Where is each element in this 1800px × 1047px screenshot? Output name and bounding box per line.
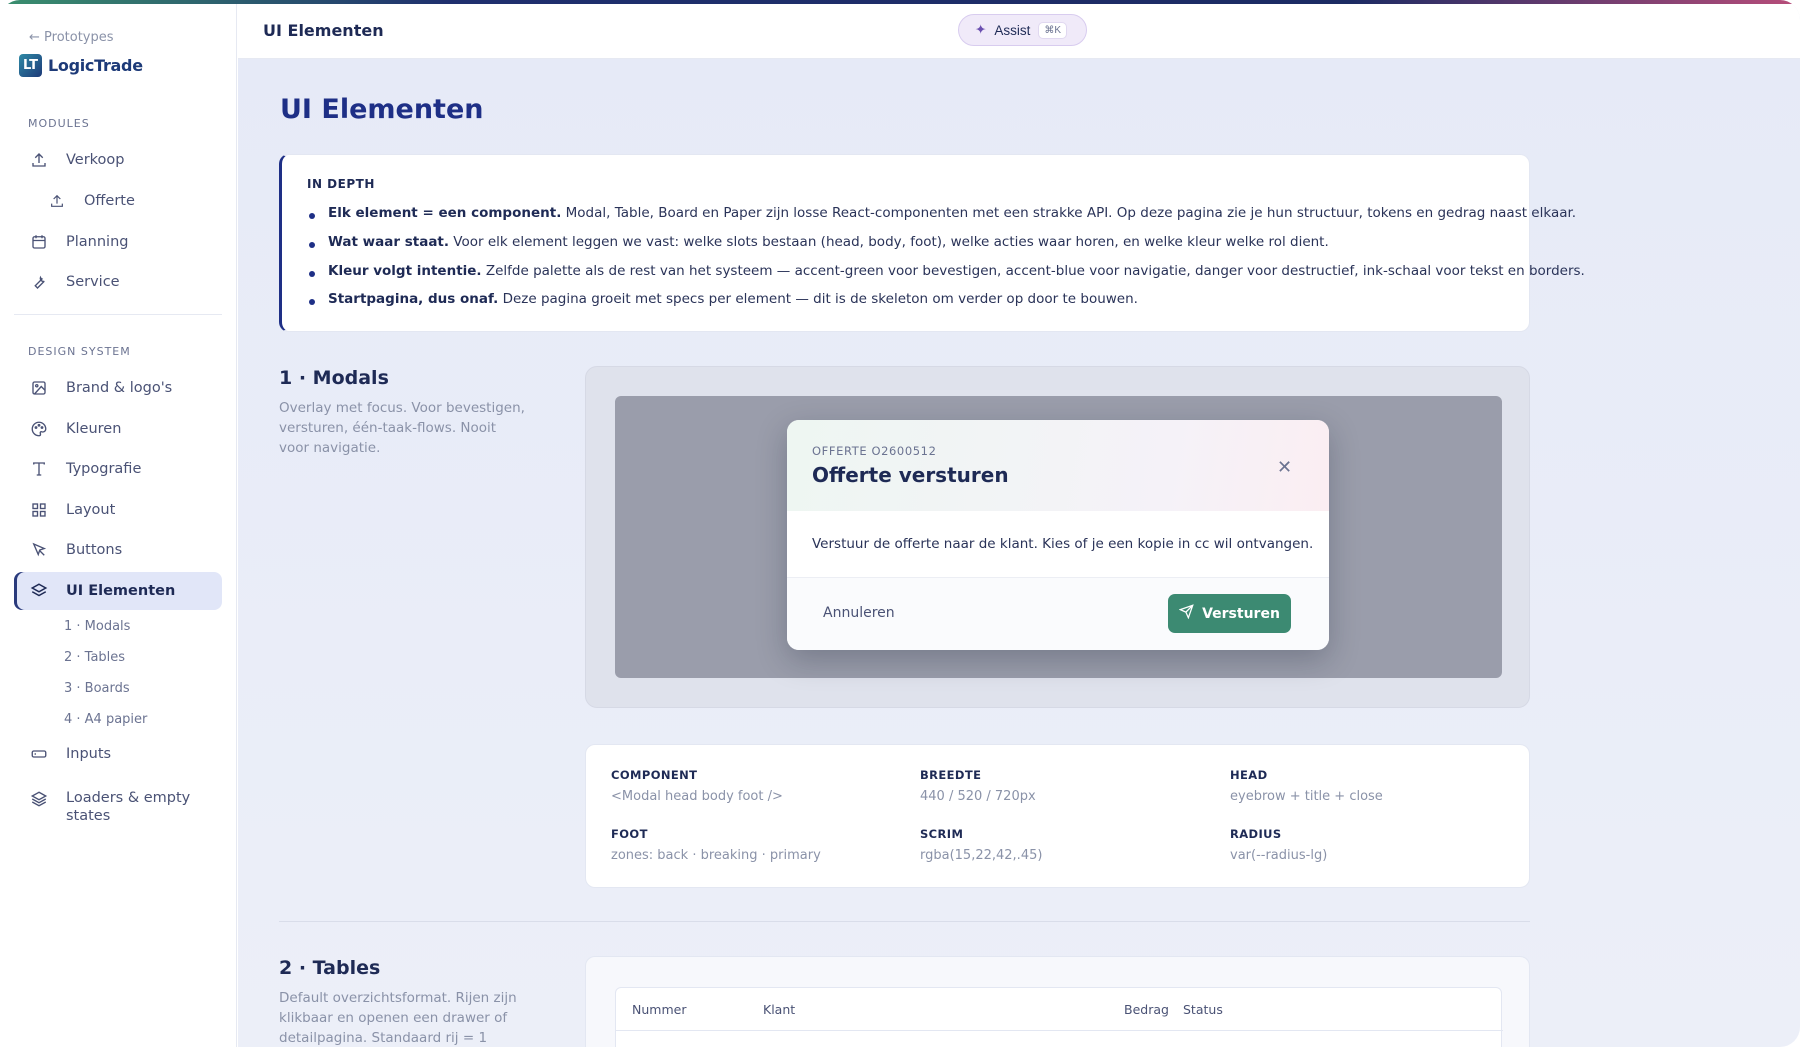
modules-section-label: MODULES xyxy=(28,117,90,130)
palette-icon xyxy=(29,419,49,439)
sidebar-item-ui-elementen[interactable]: UI Elementen xyxy=(14,572,222,610)
list-item: Elk element = een component. Modal, Tabl… xyxy=(309,205,1576,221)
sidebar-item-label: Kleuren xyxy=(66,421,122,437)
sidebar-item-label: Verkoop xyxy=(66,152,125,168)
logo-text: LogicTrade xyxy=(48,56,143,75)
sidebar: ← Prototypes LT LogicTrade MODULES Verko… xyxy=(0,4,237,1047)
column-header-status[interactable]: Status xyxy=(1183,1002,1223,1017)
list-item: Startpagina, dus onaf. Deze pagina groei… xyxy=(309,291,1138,307)
column-header-nummer[interactable]: Nummer xyxy=(632,1002,686,1017)
subnav-tables[interactable]: 2 · Tables xyxy=(64,650,125,665)
section-divider xyxy=(279,921,1530,922)
sidebar-item-label: Buttons xyxy=(66,542,123,558)
sidebar-item-inputs[interactable]: Inputs xyxy=(14,735,222,773)
sparkle-icon: ✦ xyxy=(975,22,987,37)
subnav-modals[interactable]: 1 · Modals xyxy=(64,619,130,634)
subnav-a4-papier[interactable]: 4 · A4 papier xyxy=(64,712,147,727)
sidebar-item-label: Loaders & empty states xyxy=(66,790,191,824)
upload-icon xyxy=(47,191,67,211)
table-demo-card: Nummer Klant Bedrag Status xyxy=(585,956,1530,1047)
spec-component: COMPONENT <Modal head body foot /> xyxy=(611,768,783,804)
tables-description: Default overzichtsformat. Rijen zijn kli… xyxy=(279,990,517,1046)
sidebar-item-brand[interactable]: Brand & logo's xyxy=(14,369,222,407)
send-icon xyxy=(1178,604,1194,623)
sidebar-item-label: Inputs xyxy=(66,746,112,762)
logo-mark: LT xyxy=(19,54,42,77)
demo-table: Nummer Klant Bedrag Status xyxy=(615,987,1503,1047)
grid-icon xyxy=(29,500,49,520)
sidebar-item-offerte[interactable]: Offerte xyxy=(32,182,222,220)
spec-head: HEAD eyebrow + title + close xyxy=(1230,768,1383,804)
close-icon[interactable]: ✕ xyxy=(1277,457,1292,478)
image-icon xyxy=(29,378,49,398)
sidebar-item-label: Service xyxy=(66,274,120,290)
sidebar-divider xyxy=(14,314,222,315)
sidebar-item-planning[interactable]: Planning xyxy=(14,223,222,261)
spec-foot: FOOT zones: back · breaking · primary xyxy=(611,827,821,863)
sidebar-item-loaders[interactable]: Loaders & empty states xyxy=(14,783,222,829)
main-content: UI Elementen ✦ Assist ⌘K UI Elementen IN… xyxy=(238,4,1800,1047)
modals-heading: 1 · Modals xyxy=(279,367,389,389)
modal-body-text: Verstuur de offerte naar de klant. Kies … xyxy=(812,536,1314,552)
column-header-klant[interactable]: Klant xyxy=(763,1002,795,1017)
sidebar-item-service[interactable]: Service xyxy=(14,263,222,301)
list-item: Kleur volgt intentie. Zelfde palette als… xyxy=(309,263,1585,279)
sidebar-item-label: Brand & logo's xyxy=(66,380,173,396)
spec-scrim: SCRIM rgba(15,22,42,.45) xyxy=(920,827,1043,863)
sidebar-item-kleuren[interactable]: Kleuren xyxy=(14,410,222,448)
back-to-prototypes-link[interactable]: ← Prototypes xyxy=(29,30,114,45)
shortcut-badge: ⌘K xyxy=(1038,21,1067,39)
sidebar-item-label: Typografie xyxy=(66,461,142,477)
sidebar-item-layout[interactable]: Layout xyxy=(14,491,222,529)
design-system-section-label: DESIGN SYSTEM xyxy=(28,345,131,358)
modal-eyebrow: OFFERTE O2600512 xyxy=(812,444,937,458)
layers-icon xyxy=(29,581,49,601)
wrench-icon xyxy=(29,272,49,292)
type-icon xyxy=(29,459,49,479)
modal-scrim: OFFERTE O2600512 Offerte versturen ✕ Ver… xyxy=(615,396,1502,678)
column-header-bedrag[interactable]: Bedrag xyxy=(1124,1002,1169,1017)
spec-breedte: BREEDTE 440 / 520 / 720px xyxy=(920,768,1036,804)
sidebar-item-label: Layout xyxy=(66,502,116,518)
spec-radius: RADIUS var(--radius-lg) xyxy=(1230,827,1328,863)
page-title: UI Elementen xyxy=(280,94,484,125)
modal-head: OFFERTE O2600512 Offerte versturen ✕ xyxy=(787,420,1329,511)
sidebar-item-label: Offerte xyxy=(84,193,135,209)
modal-specs-card: COMPONENT <Modal head body foot /> BREEDT… xyxy=(585,744,1530,888)
sidebar-item-typografie[interactable]: Typografie xyxy=(14,450,222,488)
modal-foot: Annuleren Versturen xyxy=(787,577,1329,650)
list-item: Wat waar staat. Voor elk element leggen … xyxy=(309,234,1329,250)
upload-icon xyxy=(29,150,49,170)
cursor-icon xyxy=(29,540,49,560)
topbar-title: UI Elementen xyxy=(263,21,384,40)
input-icon xyxy=(29,744,49,764)
app-window: ← Prototypes LT LogicTrade MODULES Verko… xyxy=(0,0,1800,1047)
modal-demo-area: OFFERTE O2600512 Offerte versturen ✕ Ver… xyxy=(585,366,1530,708)
assist-label: Assist xyxy=(994,22,1031,38)
table-header-divider xyxy=(616,1030,1503,1031)
assist-button[interactable]: ✦ Assist ⌘K xyxy=(958,14,1087,46)
cancel-button[interactable]: Annuleren xyxy=(823,605,895,621)
calendar-icon xyxy=(29,232,49,252)
sidebar-item-buttons[interactable]: Buttons xyxy=(14,531,222,569)
modals-description: Overlay met focus. Voor bevestigen, vers… xyxy=(279,400,525,456)
topbar: UI Elementen ✦ Assist ⌘K xyxy=(238,4,1800,59)
tables-heading: 2 · Tables xyxy=(279,957,381,979)
subnav-boards[interactable]: 3 · Boards xyxy=(64,681,130,696)
modal-dialog: OFFERTE O2600512 Offerte versturen ✕ Ver… xyxy=(787,420,1329,650)
logo[interactable]: LT LogicTrade xyxy=(19,54,143,77)
top-accent-line xyxy=(0,0,1800,4)
stack-icon xyxy=(29,789,49,809)
in-depth-card: IN DEPTH Elk element = een component. Mo… xyxy=(279,154,1585,332)
in-depth-label: IN DEPTH xyxy=(307,177,375,191)
sidebar-item-label: Planning xyxy=(66,234,129,250)
sidebar-item-label: UI Elementen xyxy=(66,583,176,599)
send-button[interactable]: Versturen xyxy=(1168,594,1291,633)
modal-title: Offerte versturen xyxy=(812,463,1009,487)
send-label: Versturen xyxy=(1202,605,1280,622)
sidebar-item-verkoop[interactable]: Verkoop xyxy=(14,141,222,179)
